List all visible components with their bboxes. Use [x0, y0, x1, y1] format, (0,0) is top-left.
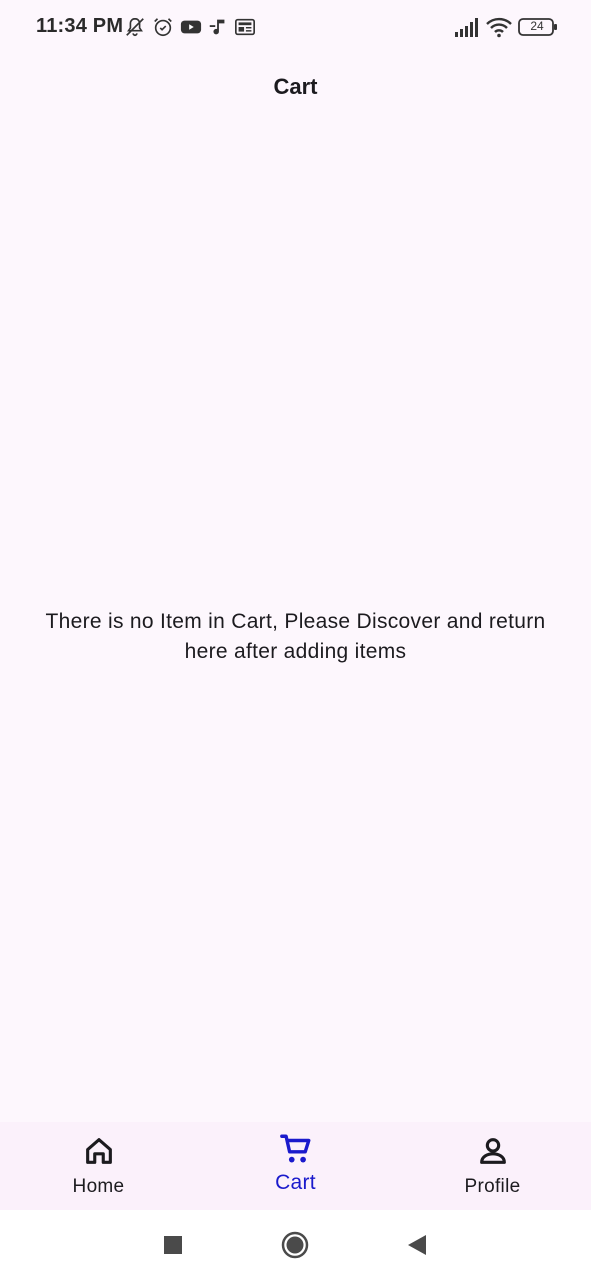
nav-label-profile: Profile	[464, 1176, 521, 1197]
empty-cart-message: There is no Item in Cart, Please Discove…	[45, 610, 546, 663]
nav-label-cart: Cart	[275, 1171, 316, 1194]
music-icon	[207, 16, 229, 38]
wifi-icon	[486, 16, 512, 38]
page-title: Cart	[273, 74, 318, 99]
bottom-navigation: Home Cart Profile	[0, 1122, 591, 1210]
recents-square-icon[interactable]	[158, 1230, 188, 1260]
home-icon	[82, 1134, 116, 1168]
home-circle-icon[interactable]	[280, 1230, 310, 1260]
status-bar: 11:34 PM 24	[0, 0, 591, 54]
status-time: 11:34 PM	[36, 15, 124, 37]
nav-item-profile[interactable]: Profile	[394, 1122, 591, 1210]
person-icon	[476, 1134, 510, 1168]
bell-off-icon	[124, 16, 146, 38]
back-triangle-icon[interactable]	[402, 1230, 432, 1260]
cart-icon	[279, 1132, 313, 1166]
system-navigation-bar	[0, 1210, 591, 1280]
app-bar: Cart	[0, 54, 591, 120]
nav-label-home: Home	[72, 1176, 125, 1197]
battery-level: 24	[530, 19, 544, 33]
signal-icon	[454, 16, 480, 38]
nav-item-cart[interactable]: Cart	[197, 1122, 394, 1210]
alarm-icon	[152, 16, 174, 38]
nav-item-home[interactable]: Home	[0, 1122, 197, 1210]
news-icon	[234, 16, 256, 38]
youtube-icon	[180, 16, 202, 38]
